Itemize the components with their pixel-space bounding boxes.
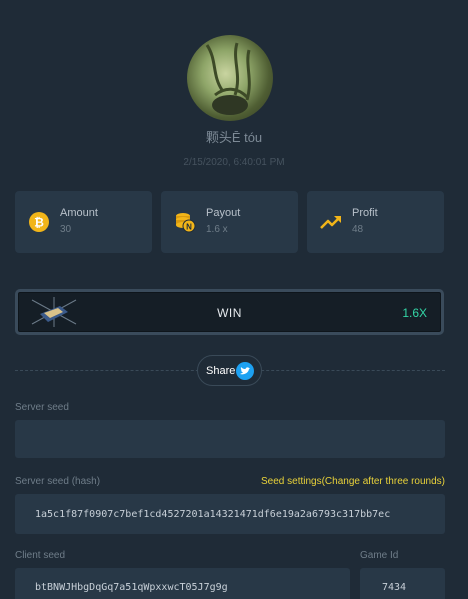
twitter-icon (236, 362, 254, 380)
amount-card: ₿ Amount 30 (15, 191, 152, 253)
result-label: WIN (217, 306, 242, 320)
profit-card: Profit 48 (307, 191, 444, 253)
timestamp: 2/15/2020, 6:40:01 PM (183, 157, 285, 168)
share-button[interactable]: Share (197, 355, 262, 386)
payout-card: N Payout 1.6 x (161, 191, 298, 253)
game-id-label: Game Id (360, 550, 399, 561)
game-id-value: 7434 (382, 582, 407, 593)
server-seed-field[interactable] (15, 420, 445, 458)
server-seed-hash-field[interactable]: 1a5c1f87f0907c7bef1cd4527201a14321471df6… (15, 494, 445, 534)
server-seed-label: Server seed (15, 402, 69, 413)
profit-value: 48 (352, 224, 364, 235)
result-multiplier: 1.6X (402, 306, 427, 320)
svg-text:₿: ₿ (34, 216, 44, 230)
seed-settings-link[interactable]: Seed settings(Change after three rounds) (261, 476, 445, 487)
client-seed-field[interactable]: btBNWJHbgDqGq7a51qWpxxwcT05J7g9g (15, 568, 350, 599)
client-seed-value: btBNWJHbgDqGq7a51qWpxxwcT05J7g9g (35, 582, 228, 593)
result-bar: WIN 1.6X (15, 289, 444, 335)
share-label: Share (206, 365, 236, 377)
server-seed-hash-label: Server seed (hash) (15, 476, 101, 487)
amount-value: 30 (60, 224, 72, 235)
trend-up-icon (320, 211, 342, 233)
avatar (187, 35, 273, 121)
game-id-field[interactable]: 7434 (360, 568, 445, 599)
profit-label: Profit (352, 207, 378, 219)
bitcoin-coin-icon: ₿ (28, 211, 50, 233)
payout-label: Payout (206, 207, 241, 219)
client-seed-label: Client seed (15, 550, 66, 561)
payout-value: 1.6 x (206, 224, 228, 235)
server-seed-hash-value: 1a5c1f87f0907c7bef1cd4527201a14321471df6… (35, 509, 391, 520)
svg-text:N: N (186, 223, 192, 232)
coin-stack-icon: N (174, 211, 196, 233)
username: 颗头Ē tóu (205, 130, 263, 145)
amount-label: Amount (60, 207, 98, 219)
